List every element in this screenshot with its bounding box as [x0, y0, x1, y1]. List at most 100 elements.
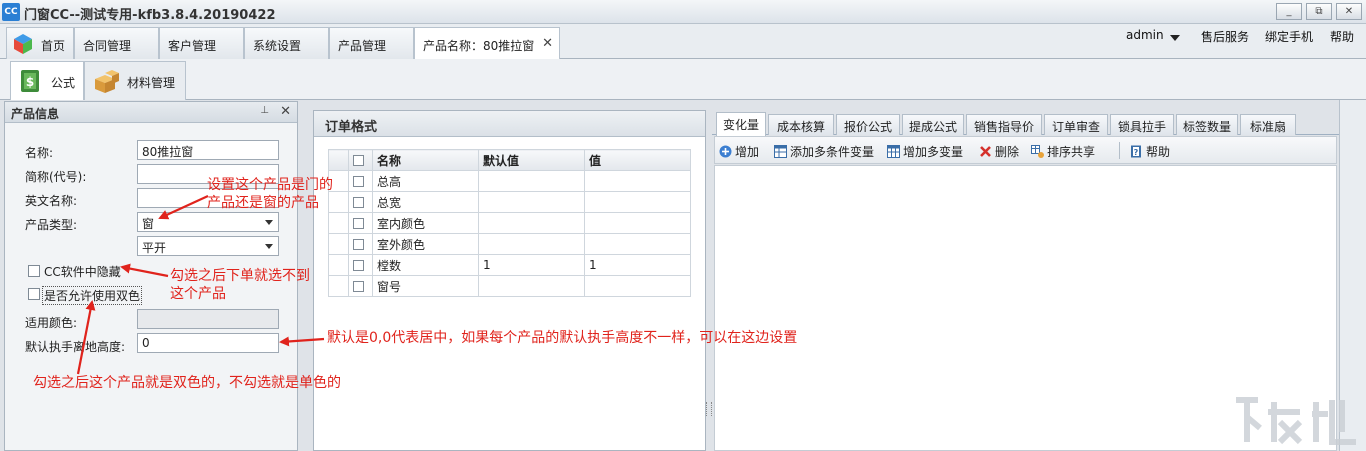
name-field[interactable]: 80推拉窗 [137, 140, 279, 160]
cell-name[interactable]: 总高 [372, 170, 479, 192]
close-window-button[interactable]: ✕ [1336, 3, 1362, 20]
cell-value[interactable]: 1 [584, 254, 691, 276]
cell-default[interactable]: 1 [478, 254, 585, 276]
after-sales-link[interactable]: 售后服务 [1201, 28, 1249, 45]
table-row[interactable]: 总高 [328, 170, 691, 192]
product-info-header: 产品信息 ⊥ ✕ [5, 102, 297, 123]
cell-default[interactable] [478, 275, 585, 297]
table-row[interactable]: 樘数 1 1 [328, 254, 691, 276]
tab-standard-sash[interactable]: 标准扇 [1240, 114, 1296, 135]
add-multi-condition-label: 添加多条件变量 [790, 145, 875, 159]
add-multi-var-button[interactable]: 增加多变量 [887, 143, 963, 160]
tab-contracts-label: 合同管理 [83, 39, 132, 53]
row-checkbox-cell[interactable] [348, 191, 373, 213]
row-checkbox[interactable] [353, 218, 364, 229]
select-all-checkbox[interactable] [353, 155, 364, 166]
select-all-header[interactable] [348, 149, 373, 171]
chevron-down-icon [265, 244, 273, 249]
close-panel-icon[interactable]: ✕ [280, 104, 291, 119]
cell-default[interactable] [478, 191, 585, 213]
tab-quote-formula[interactable]: 报价公式 [836, 114, 900, 135]
cell-value[interactable] [584, 275, 691, 297]
row-checkbox[interactable] [353, 281, 364, 292]
column-header-default[interactable]: 默认值 [478, 149, 585, 171]
help-book-icon: ? [1131, 145, 1141, 158]
table-row[interactable]: 窗号 [328, 275, 691, 297]
user-dropdown-icon[interactable] [1170, 35, 1180, 41]
cell-default[interactable] [478, 233, 585, 255]
row-indicator-header [328, 149, 349, 171]
tab-cost[interactable]: 成本核算 [768, 114, 834, 135]
row-indicator [328, 233, 349, 255]
order-format-header: 订单格式 [314, 111, 705, 137]
color-label: 适用颜色: [25, 316, 78, 330]
tab-customers[interactable]: 客户管理 [159, 27, 244, 59]
table-icon [774, 145, 787, 158]
row-checkbox-cell[interactable] [348, 212, 373, 234]
table-row[interactable]: 室内颜色 [328, 212, 691, 234]
table-row[interactable]: 总宽 [328, 191, 691, 213]
tab-variation[interactable]: 变化量 [716, 112, 766, 136]
row-checkbox-cell[interactable] [348, 233, 373, 255]
row-checkbox[interactable] [353, 239, 364, 250]
cell-name[interactable]: 樘数 [372, 254, 479, 276]
dual-color-checkbox[interactable] [28, 288, 40, 300]
tab-home[interactable]: 首页 [6, 27, 74, 59]
row-checkbox[interactable] [353, 197, 364, 208]
delete-button[interactable]: 删除 [979, 143, 1019, 160]
add-button-label: 增加 [735, 145, 760, 159]
hide-checkbox[interactable] [28, 265, 40, 277]
handle-height-annotation: 默认是0,0代表居中，如果每个产品的默认执手高度不一样，可以在这边设置 [327, 330, 798, 346]
column-header-value[interactable]: 值 [584, 149, 691, 171]
cell-name[interactable]: 总宽 [372, 191, 479, 213]
order-format-table: 名称 默认值 值 总高 总宽 室内颜色 室外颜色 樘数 1 1 窗号 [328, 149, 691, 297]
tab-product-detail[interactable]: 产品名称：80推拉窗 ✕ [414, 27, 560, 60]
product-type-select[interactable]: 窗 [137, 212, 279, 232]
tab-settings[interactable]: 系统设置 [244, 27, 329, 59]
user-menu[interactable]: admin [1126, 28, 1164, 42]
restore-button[interactable]: ⧉ [1306, 3, 1332, 20]
tab-contracts[interactable]: 合同管理 [74, 27, 159, 59]
tab-products[interactable]: 产品管理 [329, 27, 414, 59]
tab-formula[interactable]: $ 公式 [10, 61, 84, 100]
cell-value[interactable] [584, 191, 691, 213]
tab-sales-price[interactable]: 销售指导价 [966, 114, 1042, 135]
tab-materials-label: 材料管理 [127, 76, 176, 90]
add-multi-condition-button[interactable]: 添加多条件变量 [774, 143, 874, 160]
cell-default[interactable] [478, 212, 585, 234]
tab-lock-handle[interactable]: 锁具拉手 [1110, 114, 1174, 135]
tab-materials[interactable]: 材料管理 [84, 61, 186, 100]
tab-order-review[interactable]: 订单审查 [1044, 114, 1108, 135]
cell-value[interactable] [584, 170, 691, 192]
tab-formula-label: 公式 [51, 76, 76, 90]
product-info-title: 产品信息 [11, 107, 60, 121]
open-type-select[interactable]: 平开 [137, 236, 279, 256]
bind-phone-link[interactable]: 绑定手机 [1265, 28, 1313, 45]
cell-value[interactable] [584, 212, 691, 234]
cell-name[interactable]: 室外颜色 [372, 233, 479, 255]
column-header-name[interactable]: 名称 [372, 149, 479, 171]
row-checkbox-cell[interactable] [348, 275, 373, 297]
row-checkbox[interactable] [353, 260, 364, 271]
minimize-button[interactable]: _ [1276, 3, 1302, 20]
row-checkbox-cell[interactable] [348, 170, 373, 192]
cell-name[interactable]: 窗号 [372, 275, 479, 297]
table-row[interactable]: 室外颜色 [328, 233, 691, 255]
sort-share-button[interactable]: 排序共享 [1031, 143, 1095, 160]
close-tab-icon[interactable]: ✕ [542, 36, 553, 51]
dual-color-label: 是否允许使用双色 [42, 286, 143, 305]
row-checkbox[interactable] [353, 176, 364, 187]
cell-default[interactable] [478, 170, 585, 192]
order-format-panel: 订单格式 名称 默认值 值 总高 总宽 室内颜色 室外颜色 樘数 1 1 窗号 [313, 110, 706, 451]
tab-label-count[interactable]: 标签数量 [1176, 114, 1238, 135]
cell-name[interactable]: 室内颜色 [372, 212, 479, 234]
help-link[interactable]: 帮助 [1330, 28, 1354, 45]
add-button[interactable]: 增加 [719, 143, 759, 160]
handle-height-field[interactable]: 0 [137, 333, 279, 353]
help-button[interactable]: ? 帮助 [1130, 143, 1170, 160]
cell-value[interactable] [584, 233, 691, 255]
tab-commission-formula[interactable]: 提成公式 [902, 114, 964, 135]
help-button-label: 帮助 [1146, 145, 1171, 159]
row-checkbox-cell[interactable] [348, 254, 373, 276]
pin-icon[interactable]: ⊥ [260, 105, 269, 116]
